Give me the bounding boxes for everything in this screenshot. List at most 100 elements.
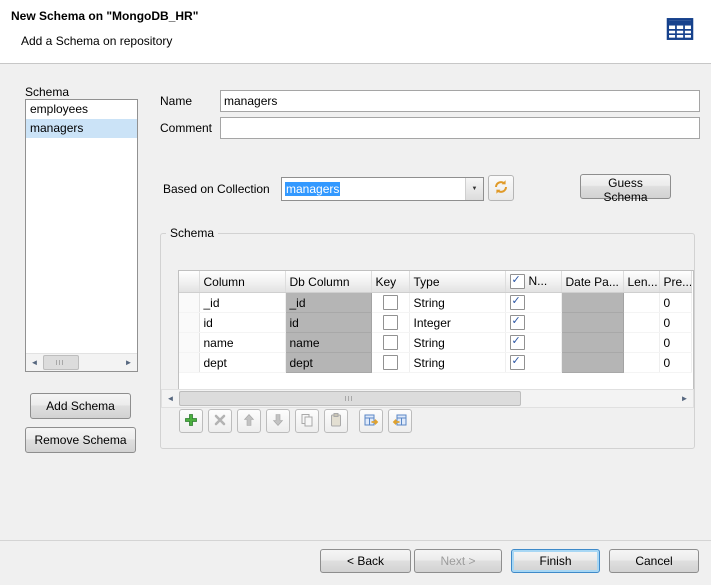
cell-date-pattern xyxy=(561,293,623,313)
nullable-all-checkbox[interactable] xyxy=(510,274,525,289)
schema-table-icon xyxy=(665,14,695,44)
header-key: Key xyxy=(371,271,409,293)
row-selector[interactable] xyxy=(179,313,199,333)
collection-combobox[interactable]: managers ▼ xyxy=(281,177,484,201)
cell-type[interactable]: String xyxy=(409,293,505,313)
nullable-checkbox[interactable] xyxy=(510,295,525,310)
delete-column-button[interactable] xyxy=(208,409,232,433)
scroll-left-icon[interactable]: ◄ xyxy=(26,354,43,371)
move-down-button[interactable] xyxy=(266,409,290,433)
wizard-title: New Schema on "MongoDB_HR" xyxy=(11,9,198,23)
add-column-button[interactable] xyxy=(179,409,203,433)
schema-list-item-managers[interactable]: managers xyxy=(26,119,137,138)
schema-list-item-employees[interactable]: employees xyxy=(26,100,137,119)
collection-value[interactable]: managers xyxy=(282,178,465,200)
wizard-header: New Schema on "MongoDB_HR" Add a Schema … xyxy=(0,0,711,64)
scrollbar-track[interactable] xyxy=(521,390,676,407)
key-checkbox[interactable] xyxy=(383,315,398,330)
collection-label: Based on Collection xyxy=(163,182,270,196)
key-checkbox[interactable] xyxy=(383,295,398,310)
cancel-button[interactable]: Cancel xyxy=(609,549,699,573)
comment-label: Comment xyxy=(160,121,212,135)
row-selector[interactable] xyxy=(179,353,199,373)
remove-schema-button[interactable]: Remove Schema xyxy=(25,427,136,453)
paste-button[interactable] xyxy=(324,409,348,433)
export-schema-button[interactable] xyxy=(388,409,412,433)
cell-key xyxy=(371,313,409,333)
cell-key xyxy=(371,353,409,373)
cell-nullable xyxy=(505,313,561,333)
delete-icon xyxy=(212,412,228,431)
header-precision: Pre... xyxy=(659,271,691,293)
nullable-checkbox[interactable] xyxy=(510,355,525,370)
refresh-icon xyxy=(493,179,509,198)
comment-input[interactable] xyxy=(220,117,700,139)
move-up-button[interactable] xyxy=(237,409,261,433)
cell-date-pattern xyxy=(561,333,623,353)
cell-column[interactable]: name xyxy=(199,333,285,353)
scroll-right-icon[interactable]: ► xyxy=(676,390,693,407)
schema-toolbar xyxy=(179,409,412,433)
cell-precision[interactable]: 0 xyxy=(659,333,691,353)
header-length: Len... xyxy=(623,271,659,293)
cell-length[interactable] xyxy=(623,333,659,353)
import-schema-button[interactable] xyxy=(359,409,383,433)
cell-length[interactable] xyxy=(623,353,659,373)
scrollbar-thumb[interactable] xyxy=(179,391,521,406)
cell-precision[interactable]: 0 xyxy=(659,353,691,373)
cell-db-column: id xyxy=(285,313,371,333)
key-checkbox[interactable] xyxy=(383,335,398,350)
cell-type[interactable]: String xyxy=(409,353,505,373)
row-selector[interactable] xyxy=(179,333,199,353)
finish-button[interactable]: Finish xyxy=(511,549,600,573)
cell-length[interactable] xyxy=(623,293,659,313)
schema-list-label: Schema xyxy=(25,85,69,99)
cell-precision[interactable]: 0 xyxy=(659,313,691,333)
back-button[interactable]: < Back xyxy=(320,549,411,573)
scroll-left-icon[interactable]: ◄ xyxy=(162,390,179,407)
table-row[interactable]: dept dept String 0 xyxy=(179,353,691,373)
cell-column[interactable]: dept xyxy=(199,353,285,373)
row-selector[interactable] xyxy=(179,293,199,313)
table-row[interactable]: _id _id String 0 xyxy=(179,293,691,313)
move-down-icon xyxy=(270,412,286,431)
import-schema-icon xyxy=(363,412,379,431)
schema-list-scrollbar[interactable]: ◄ ► xyxy=(26,353,137,371)
scrollbar-thumb[interactable] xyxy=(43,355,79,370)
cell-db-column: name xyxy=(285,333,371,353)
cell-precision[interactable]: 0 xyxy=(659,293,691,313)
name-label: Name xyxy=(160,94,192,108)
wizard-subtitle: Add a Schema on repository xyxy=(21,34,172,48)
next-button: Next > xyxy=(414,549,502,573)
name-input[interactable] xyxy=(220,90,700,112)
chevron-down-icon[interactable]: ▼ xyxy=(465,178,483,200)
cell-key xyxy=(371,333,409,353)
cell-type[interactable]: String xyxy=(409,333,505,353)
cell-column[interactable]: _id xyxy=(199,293,285,313)
header-type: Type xyxy=(409,271,505,293)
key-checkbox[interactable] xyxy=(383,355,398,370)
table-row[interactable]: id id Integer 0 xyxy=(179,313,691,333)
table-header-row: Column Db Column Key Type N... Date Pa..… xyxy=(179,271,691,293)
refresh-collections-button[interactable] xyxy=(488,175,514,201)
copy-button[interactable] xyxy=(295,409,319,433)
row-header-column xyxy=(179,271,199,293)
cell-type[interactable]: Integer xyxy=(409,313,505,333)
guess-schema-button[interactable]: Guess Schema xyxy=(580,174,671,199)
cell-column[interactable]: id xyxy=(199,313,285,333)
add-schema-button[interactable]: Add Schema xyxy=(30,393,131,419)
scrollbar-track[interactable] xyxy=(79,354,120,371)
nullable-checkbox[interactable] xyxy=(510,315,525,330)
schema-table: Column Db Column Key Type N... Date Pa..… xyxy=(178,270,694,391)
export-schema-icon xyxy=(392,412,408,431)
cell-db-column: dept xyxy=(285,353,371,373)
table-row[interactable]: name name String 0 xyxy=(179,333,691,353)
header-date-pattern: Date Pa... xyxy=(561,271,623,293)
add-icon xyxy=(183,412,199,431)
cell-length[interactable] xyxy=(623,313,659,333)
new-schema-wizard: New Schema on "MongoDB_HR" Add a Schema … xyxy=(0,0,711,585)
scroll-right-icon[interactable]: ► xyxy=(120,354,137,371)
nullable-checkbox[interactable] xyxy=(510,335,525,350)
table-horizontal-scrollbar[interactable]: ◄ ► xyxy=(161,389,694,408)
schema-group-label: Schema xyxy=(166,226,218,240)
